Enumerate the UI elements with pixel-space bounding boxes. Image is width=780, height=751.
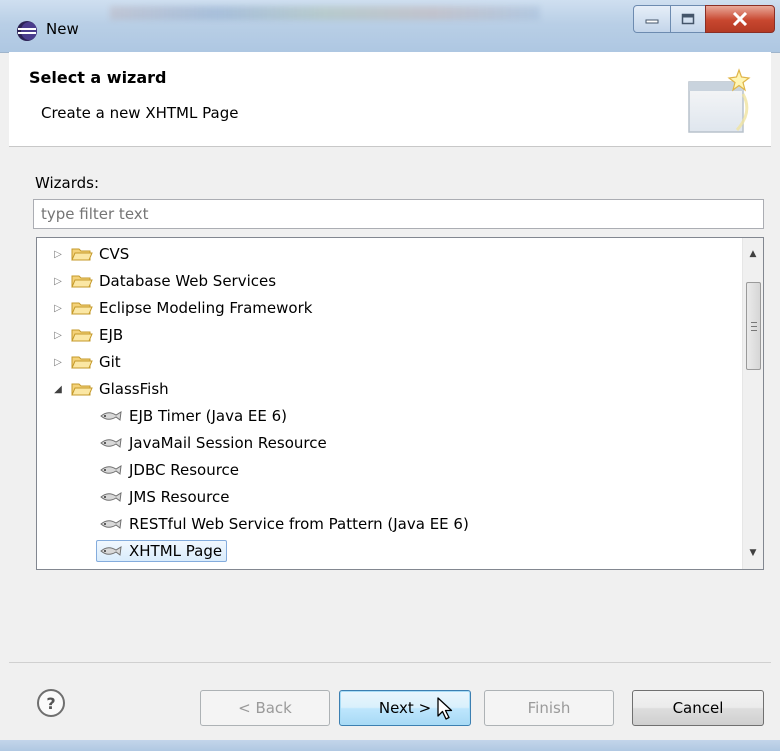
tree-item-label: Eclipse Modeling Framework [99,299,313,317]
wizard-header: Select a wizard Create a new XHTML Page [9,52,771,147]
folder-open-icon [71,383,93,396]
glassfish-wizard-icon [100,492,122,502]
glassfish-wizard-icon [100,411,122,421]
tree-item-label: Git [99,353,121,371]
tree-item-jms-resource[interactable]: JMS Resource [99,485,229,509]
wizards-label: Wizards: [35,174,100,192]
title-bar-glass [110,6,540,20]
folder-icon [71,302,93,315]
mouse-cursor-icon [437,697,453,720]
new-wizard-banner-icon [688,68,751,133]
tree-item-cvs[interactable]: ▷ CVS [51,242,129,266]
folder-icon [71,275,93,288]
back-button[interactable]: < Back [200,690,330,726]
footer-divider [9,662,771,663]
grip-icon [750,321,757,331]
scroll-down-icon[interactable]: ▼ [743,543,763,563]
tree-item-label: EJB [99,326,124,344]
glassfish-wizard-icon [100,438,122,448]
tree-item-label: RESTful Web Service from Pattern (Java E… [129,515,469,533]
cancel-button[interactable]: Cancel [632,690,764,726]
tree-item-git[interactable]: ▷ Git [51,350,121,374]
tree-item-restful-web-service[interactable]: RESTful Web Service from Pattern (Java E… [99,512,469,536]
selection-highlight: XHTML Page [96,540,228,562]
scrollbar-thumb[interactable] [746,282,761,370]
close-button[interactable] [705,5,775,33]
maximize-icon [681,13,695,25]
finish-button[interactable]: Finish [484,690,614,726]
tree-item-jdbc-resource[interactable]: JDBC Resource [99,458,239,482]
expand-arrow-icon[interactable]: ▷ [51,301,65,315]
eclipse-icon [17,21,37,41]
page-title: Select a wizard [29,68,167,87]
glassfish-wizard-icon [100,519,122,529]
folder-icon [71,329,93,342]
tree-item-label: XHTML Page [129,542,223,560]
tree-item-label: JMS Resource [129,488,230,506]
glassfish-wizard-icon [100,465,122,475]
window-bottom-border [0,740,780,751]
collapse-arrow-icon[interactable]: ◢ [51,382,65,396]
tree-item-eclipse-modeling-framework[interactable]: ▷ Eclipse Modeling Framework [51,296,312,320]
scroll-up-icon[interactable]: ▲ [743,244,763,264]
vertical-scrollbar[interactable]: ▲ ▼ [742,238,763,569]
maximize-button[interactable] [670,5,706,33]
tree-item-label: JavaMail Session Resource [129,434,327,452]
tree-item-label: EJB Timer (Java EE 6) [129,407,288,425]
minimize-icon [645,19,659,24]
tree-item-ejb[interactable]: ▷ EJB [51,323,123,347]
expand-arrow-icon[interactable]: ▷ [51,328,65,342]
help-icon: ? [46,693,56,713]
help-button[interactable]: ? [37,689,65,717]
tree-item-xhtml-page[interactable]: XHTML Page [96,539,228,563]
tree-item-label: JDBC Resource [129,461,240,479]
page-description: Create a new XHTML Page [41,104,239,122]
tree-item-javamail-session-resource[interactable]: JavaMail Session Resource [99,431,327,455]
folder-icon [71,248,93,261]
tree-item-ejb-timer[interactable]: EJB Timer (Java EE 6) [99,404,287,428]
tree-item-label: CVS [99,245,130,263]
minimize-button[interactable] [633,5,671,33]
filter-input[interactable] [33,199,764,229]
tree-item-label: Database Web Services [99,272,277,290]
expand-arrow-icon[interactable]: ▷ [51,247,65,261]
expand-arrow-icon[interactable]: ▷ [51,274,65,288]
wizard-tree[interactable]: ▷ CVS ▷ Database Web Services ▷ Eclipse … [36,237,764,570]
tree-item-glassfish[interactable]: ◢ GlassFish [51,377,169,401]
expand-arrow-icon[interactable]: ▷ [51,355,65,369]
close-icon [732,12,748,26]
tree-item-database-web-services[interactable]: ▷ Database Web Services [51,269,276,293]
title-bar: New [0,0,780,53]
folder-icon [71,356,93,369]
tree-item-label: GlassFish [99,380,169,398]
glassfish-wizard-icon [100,546,122,556]
window-title: New [46,20,79,38]
